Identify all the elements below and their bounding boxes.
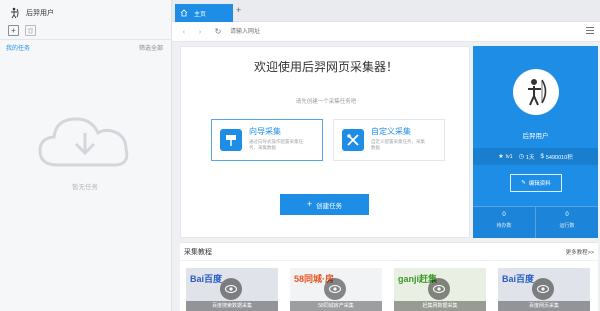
tutorial-title: 采集教程 — [184, 248, 212, 256]
forward-icon[interactable]: › — [196, 27, 204, 36]
wizard-mode-card[interactable]: 向导采集 通过向导式操作配置采集任务，采集数据 — [211, 119, 323, 161]
empty-text: 暂无任务 — [72, 184, 98, 191]
empty-state: 暂无任务 — [30, 105, 140, 191]
plus-icon: + — [306, 199, 313, 209]
thumb-label: 58同城房产采集 — [290, 301, 382, 311]
user-card-footer: 0 待办数 0 运行数 — [473, 206, 598, 238]
coin-icon: $ — [540, 153, 544, 160]
todo-count-label: 待办数 — [496, 223, 512, 229]
stat-value: lv1 — [505, 153, 513, 160]
points-stat: $5490010积 — [540, 153, 572, 161]
welcome-card: 欢迎使用后羿网页采集器！ 请先创建一个采集任务吧 向导采集 通过向导式操作配置采… — [180, 46, 470, 238]
tutorial-section: 采集教程 更多教程>> Bai百度 百度搜索数据采集 58同城·房 58同城房产… — [180, 242, 598, 311]
wizard-mode-desc: 通过向导式操作配置采集任务，采集数据 — [249, 139, 303, 150]
user-stats: ★ lv1 ◷ 1天 $5490010积 — [473, 148, 598, 165]
eye-icon — [324, 278, 346, 300]
card-user-name: 后羿用户 — [522, 133, 549, 140]
welcome-subtitle: 请先创建一个采集任务吧 — [295, 99, 357, 105]
pencil-icon: ✎ — [521, 180, 526, 186]
cloud-icon — [38, 117, 129, 167]
menu-icon[interactable] — [586, 27, 594, 35]
user-name: 后羿用户 — [26, 10, 54, 17]
stat-value: 5490010积 — [545, 154, 573, 161]
edit-profile-label: 编辑资料 — [528, 181, 551, 187]
thumb-label: 百度网页采集 — [498, 301, 590, 311]
running-count[interactable]: 0 运行数 — [535, 207, 598, 238]
home-icon — [180, 9, 188, 17]
left-toolbar: + — [8, 25, 163, 36]
eye-icon — [532, 278, 554, 300]
days-stat: ◷ 1天 — [519, 153, 535, 161]
tutorial-thumb[interactable]: 58同城·房 58同城房产采集 — [290, 268, 382, 311]
welcome-title: 欢迎使用后羿网页采集器！ — [253, 60, 398, 74]
edit-profile-button[interactable]: ✎ 编辑资料 — [510, 174, 562, 192]
my-tasks-tab[interactable]: 我的任务 — [6, 43, 30, 53]
create-task-label: 创建任务 — [316, 202, 343, 210]
tab-home[interactable]: 主页 — [175, 4, 233, 22]
archer-logo-icon — [8, 7, 20, 19]
tools-icon — [342, 129, 364, 151]
tutorial-header: 采集教程 更多教程>> — [180, 243, 598, 261]
address-bar: ‹ › ↻ — [172, 22, 600, 42]
filter-all-link[interactable]: 筛选全部 — [139, 43, 163, 53]
more-tutorials-link[interactable]: 更多教程>> — [566, 248, 594, 256]
tab-label: 主页 — [194, 11, 207, 18]
wizard-mode-title: 向导采集 — [249, 127, 281, 136]
tab-bar: 主页 + — [172, 0, 600, 22]
running-count-value: 0 — [565, 212, 569, 218]
running-count-label: 运行数 — [559, 223, 575, 229]
url-input[interactable] — [230, 25, 590, 38]
signpost-icon — [220, 129, 242, 151]
left-panel: 后羿用户 + 我的任务 筛选全部 暂无任务 — [0, 0, 172, 311]
delete-icon[interactable] — [25, 25, 36, 36]
thumb-label: 百度搜索数据采集 — [186, 301, 278, 311]
star-icon: ★ — [498, 154, 504, 160]
stat-value: 1天 — [525, 154, 535, 161]
custom-mode-card[interactable]: 自定义采集 自定义配置采集任务，采集数据 — [333, 119, 445, 161]
back-icon[interactable]: ‹ — [180, 27, 188, 36]
tutorial-thumb[interactable]: ganji赶集 赶集网数据采集 — [394, 268, 486, 311]
tutorial-thumb[interactable]: Bai百度 百度网页采集 — [498, 268, 590, 311]
left-header: 后羿用户 + — [0, 0, 171, 40]
task-bar: 我的任务 筛选全部 — [0, 40, 171, 53]
archer-avatar-icon — [513, 69, 559, 115]
custom-mode-title: 自定义采集 — [371, 127, 411, 136]
todo-count[interactable]: 0 待办数 — [473, 207, 535, 238]
user-row[interactable]: 后羿用户 — [8, 6, 163, 20]
eye-icon — [220, 278, 242, 300]
new-task-icon[interactable]: + — [8, 25, 19, 36]
add-tab-button[interactable]: + — [236, 6, 241, 15]
thumb-label: 赶集网数据采集 — [394, 301, 486, 311]
tutorial-list: Bai百度 百度搜索数据采集 58同城·房 58同城房产采集 ganji赶集 赶… — [186, 268, 590, 311]
reload-icon[interactable]: ↻ — [214, 27, 222, 36]
eye-icon — [428, 278, 450, 300]
tutorial-thumb[interactable]: Bai百度 百度搜索数据采集 — [186, 268, 278, 311]
custom-mode-desc: 自定义配置采集任务，采集数据 — [371, 139, 425, 150]
todo-count-value: 0 — [502, 212, 506, 218]
user-card: 后羿用户 ★ lv1 ◷ 1天 $5490010积 ✎ 编辑资料 0 待办数 0 运… — [473, 46, 598, 238]
level-stat: ★ lv1 — [498, 153, 513, 161]
clock-icon: ◷ — [518, 154, 524, 160]
create-task-button[interactable]: + 创建任务 — [280, 194, 369, 215]
